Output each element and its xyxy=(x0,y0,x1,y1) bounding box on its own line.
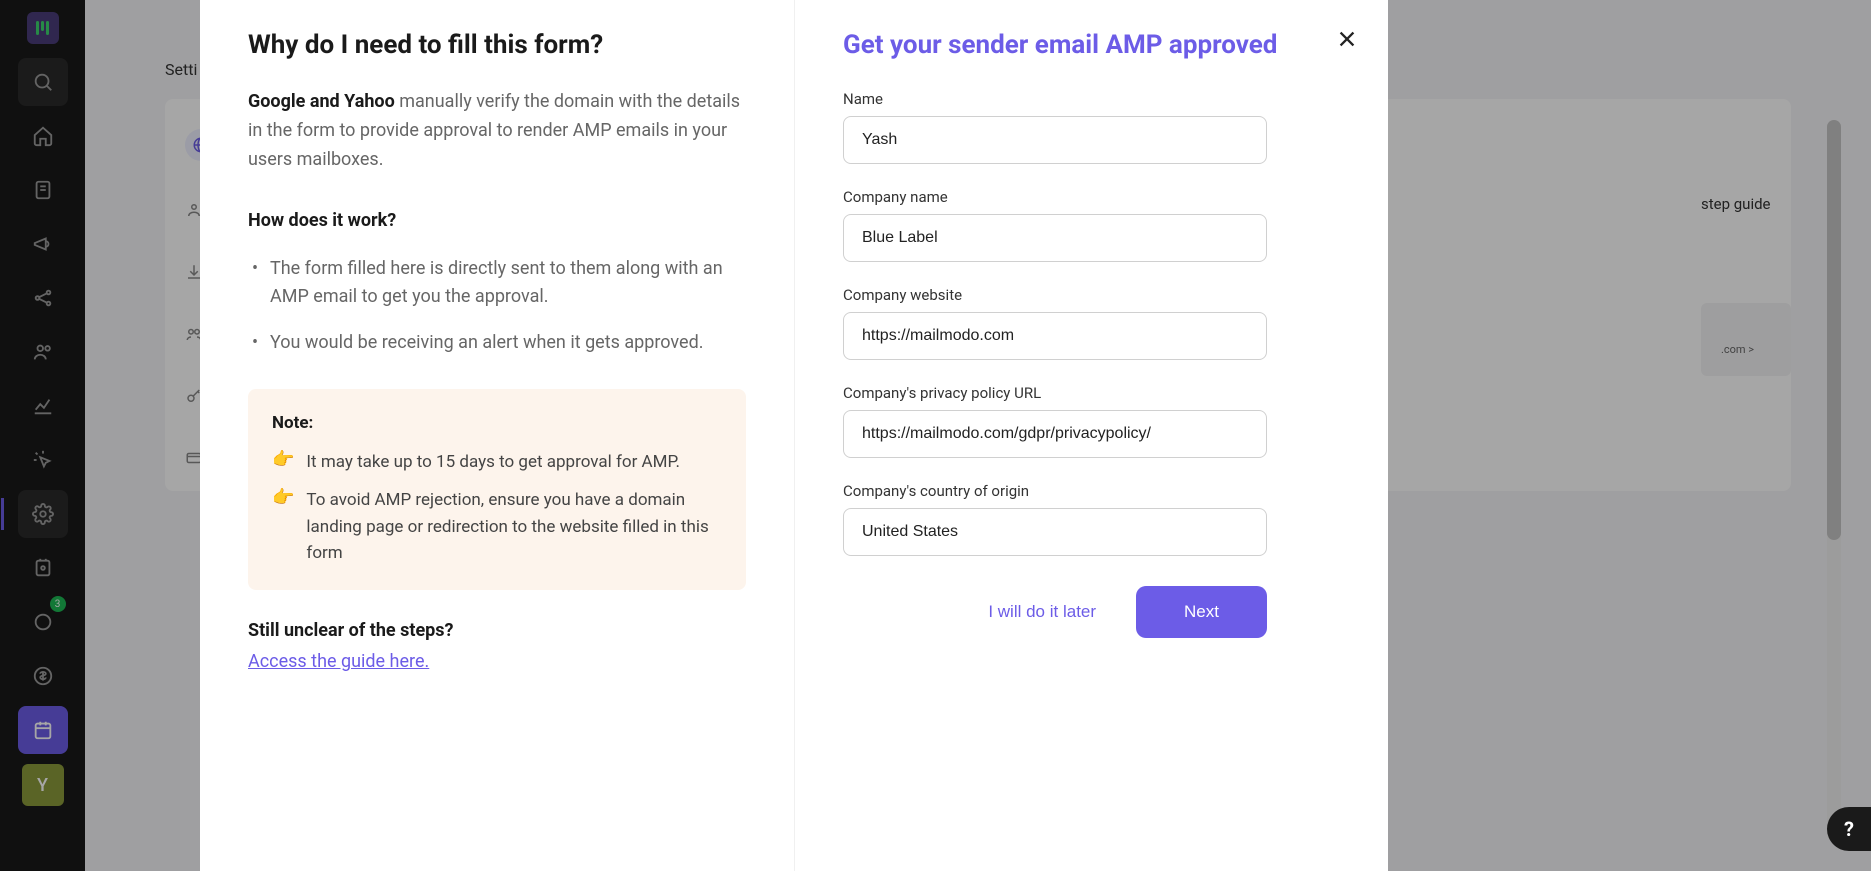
website-input[interactable] xyxy=(843,312,1267,360)
website-label: Company website xyxy=(843,286,1340,304)
do-it-later-button[interactable]: I will do it later xyxy=(988,602,1096,622)
modal-left-info: Why do I need to fill this form? Google … xyxy=(200,0,794,871)
country-input[interactable] xyxy=(843,508,1267,556)
modal-right-form: Get your sender email AMP approved Name … xyxy=(794,0,1388,871)
access-guide-link[interactable]: Access the guide here. xyxy=(248,651,429,672)
how-it-works-list: The form filled here is directly sent to… xyxy=(248,255,746,357)
close-button[interactable] xyxy=(1336,28,1358,56)
bullet-item: You would be receiving an alert when it … xyxy=(248,329,746,357)
name-label: Name xyxy=(843,90,1340,108)
right-panel-title: Get your sender email AMP approved xyxy=(843,30,1340,60)
privacy-label: Company's privacy policy URL xyxy=(843,384,1340,402)
privacy-input[interactable] xyxy=(843,410,1267,458)
name-input[interactable] xyxy=(843,116,1267,164)
left-panel-title: Why do I need to fill this form? xyxy=(248,30,746,60)
next-button[interactable]: Next xyxy=(1136,586,1267,638)
note-title: Note: xyxy=(272,413,722,433)
pointing-hand-icon: 👉 xyxy=(272,449,294,475)
intro-strong: Google and Yahoo xyxy=(248,91,395,112)
note-text: To avoid AMP rejection, ensure you have … xyxy=(306,487,722,566)
close-icon xyxy=(1336,28,1358,50)
country-label: Company's country of origin xyxy=(843,482,1340,500)
how-it-works-title: How does it work? xyxy=(248,210,746,231)
intro-paragraph: Google and Yahoo manually verify the dom… xyxy=(248,88,746,174)
note-box: Note: 👉 It may take up to 15 days to get… xyxy=(248,389,746,590)
note-text: It may take up to 15 days to get approva… xyxy=(306,449,680,475)
company-input[interactable] xyxy=(843,214,1267,262)
company-label: Company name xyxy=(843,188,1340,206)
help-button[interactable]: ? xyxy=(1827,807,1871,851)
pointing-hand-icon: 👉 xyxy=(272,487,294,566)
unclear-title: Still unclear of the steps? xyxy=(248,620,746,641)
bullet-item: The form filled here is directly sent to… xyxy=(248,255,746,311)
amp-approval-modal: Why do I need to fill this form? Google … xyxy=(200,0,1388,871)
